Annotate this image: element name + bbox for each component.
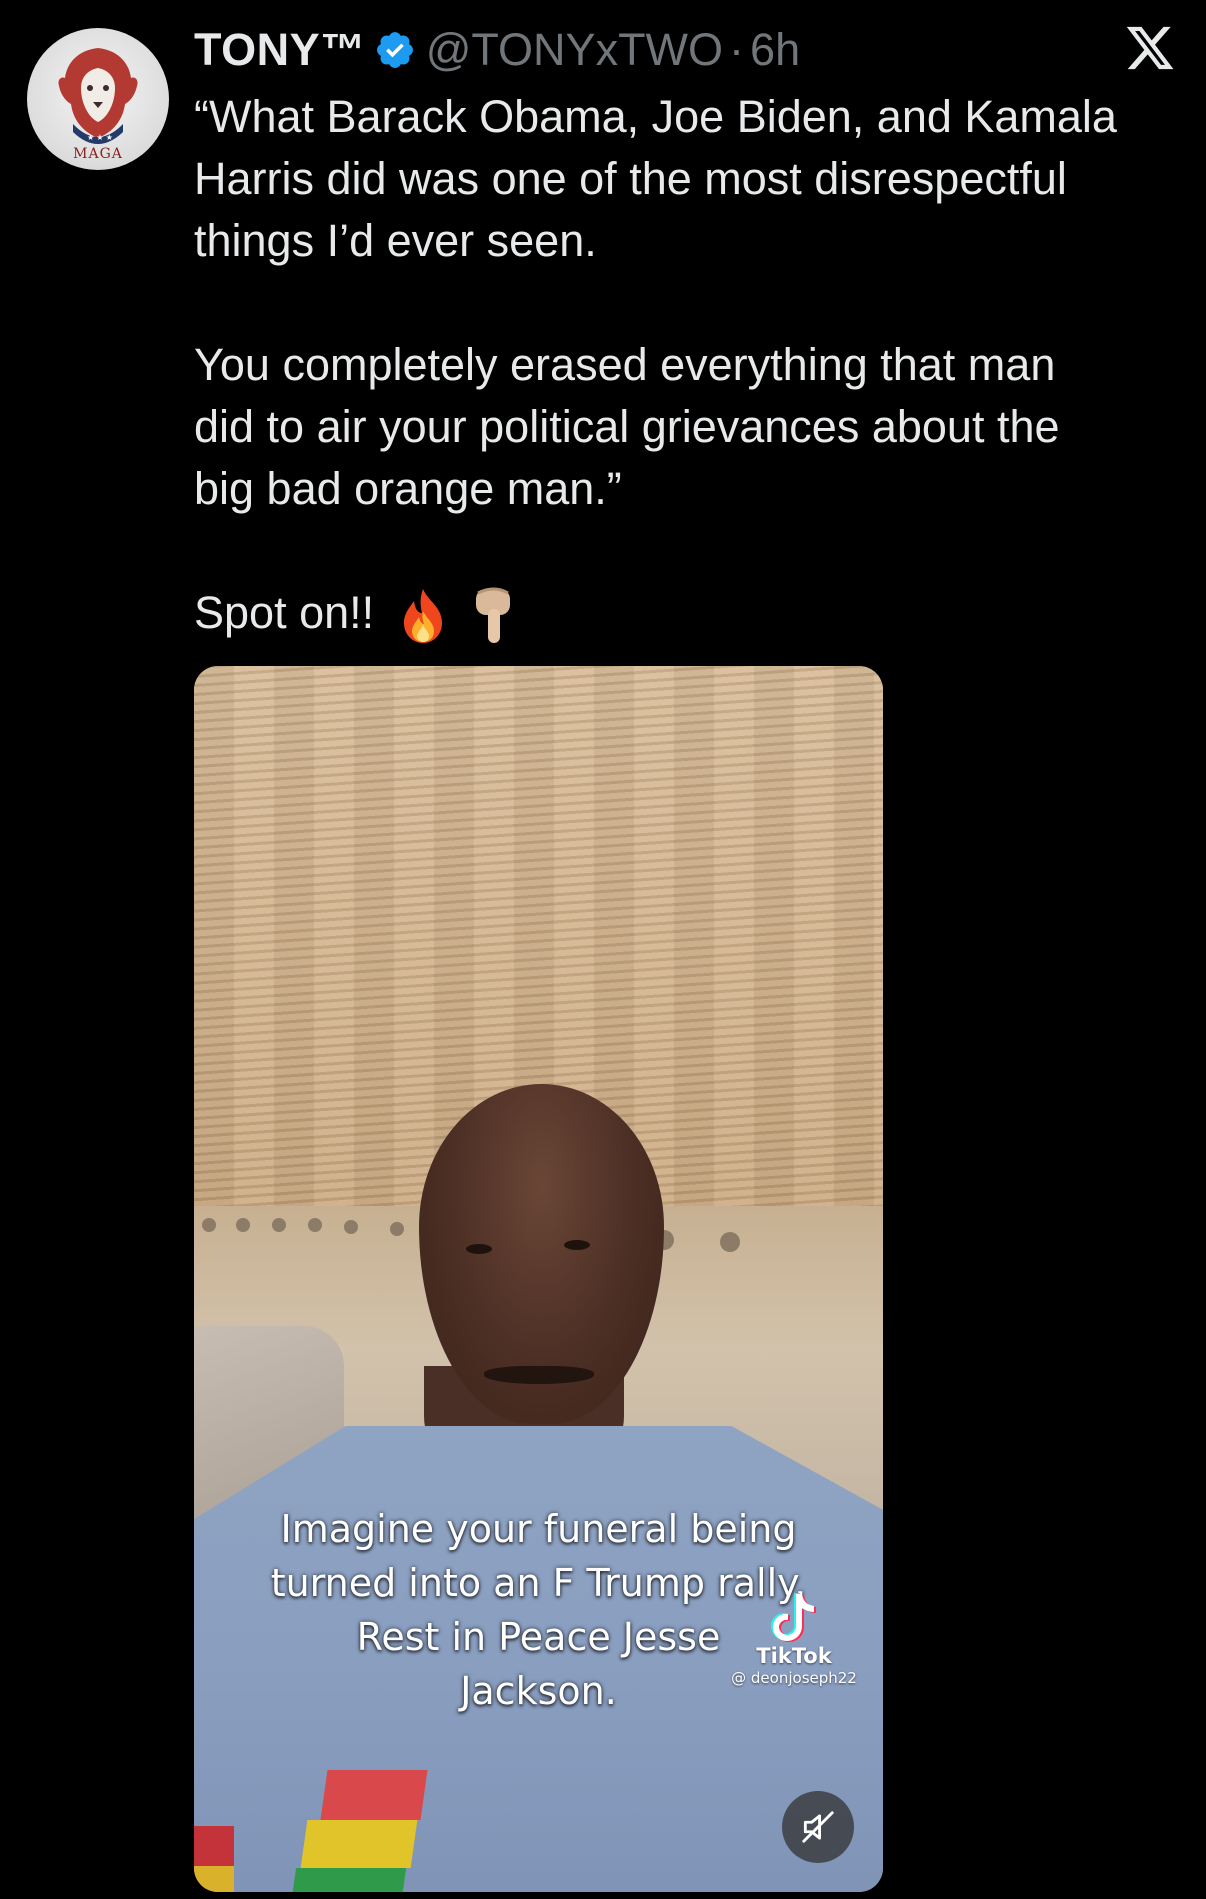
tweet-line: big bad orange man.” [194, 463, 622, 514]
tweet-line: You completely erased everything that ma… [194, 339, 1056, 390]
verified-badge-icon [376, 32, 413, 68]
video-caption-line: Imagine your funeral being [280, 1507, 797, 1551]
video-person-eye [466, 1244, 492, 1254]
mute-toggle-button[interactable] [782, 1791, 854, 1863]
avatar-label: MAGA [73, 146, 123, 162]
tiktok-username: @ deonjoseph22 [731, 1669, 857, 1687]
fire-emoji [404, 589, 443, 644]
pointing-down-emoji [476, 587, 511, 644]
shirt-stripe-red [194, 1826, 234, 1866]
tweet-line: did to air your political grievances abo… [194, 401, 1060, 452]
tweet-header: TONY™ @TONYxTWO · 6h [194, 20, 800, 80]
shirt-stripe-red [320, 1770, 428, 1820]
x-logo-icon[interactable] [1124, 22, 1176, 74]
shirt-stripe-yellow [194, 1866, 234, 1892]
avatar[interactable]: ★ ★ ★ MAGA [27, 28, 169, 170]
svg-text:★ ★ ★: ★ ★ ★ [87, 133, 113, 142]
tweet-line: “What Barack Obama, Joe Biden, and Kamal… [194, 91, 1117, 142]
video-person-eye [564, 1240, 590, 1250]
tiktok-watermark: TikTok @ deonjoseph22 [714, 1590, 874, 1688]
speaker-muted-icon [802, 1811, 834, 1843]
display-name[interactable]: TONY™ [194, 24, 366, 76]
tweet-line: things I’d ever seen. [194, 215, 597, 266]
video-media[interactable]: Imagine your funeral being turned into a… [194, 666, 883, 1892]
tiktok-logo-icon [771, 1593, 816, 1642]
video-person-mustache [484, 1366, 594, 1384]
tweet-line-spot-on: Spot on!! [194, 582, 1184, 647]
tweet-line: Harris did was one of the most disrespec… [194, 153, 1067, 204]
timestamp[interactable]: 6h [750, 24, 800, 76]
separator-dot: · [729, 24, 745, 75]
tweet-text: “What Barack Obama, Joe Biden, and Kamal… [194, 86, 1184, 647]
user-handle[interactable]: @TONYxTWO [426, 24, 723, 76]
tiktok-brand: TikTok [756, 1644, 832, 1668]
shirt-stripe-green [291, 1868, 407, 1892]
tweet-line: Spot on!! [194, 587, 375, 638]
shirt-stripe-yellow [300, 1820, 418, 1868]
